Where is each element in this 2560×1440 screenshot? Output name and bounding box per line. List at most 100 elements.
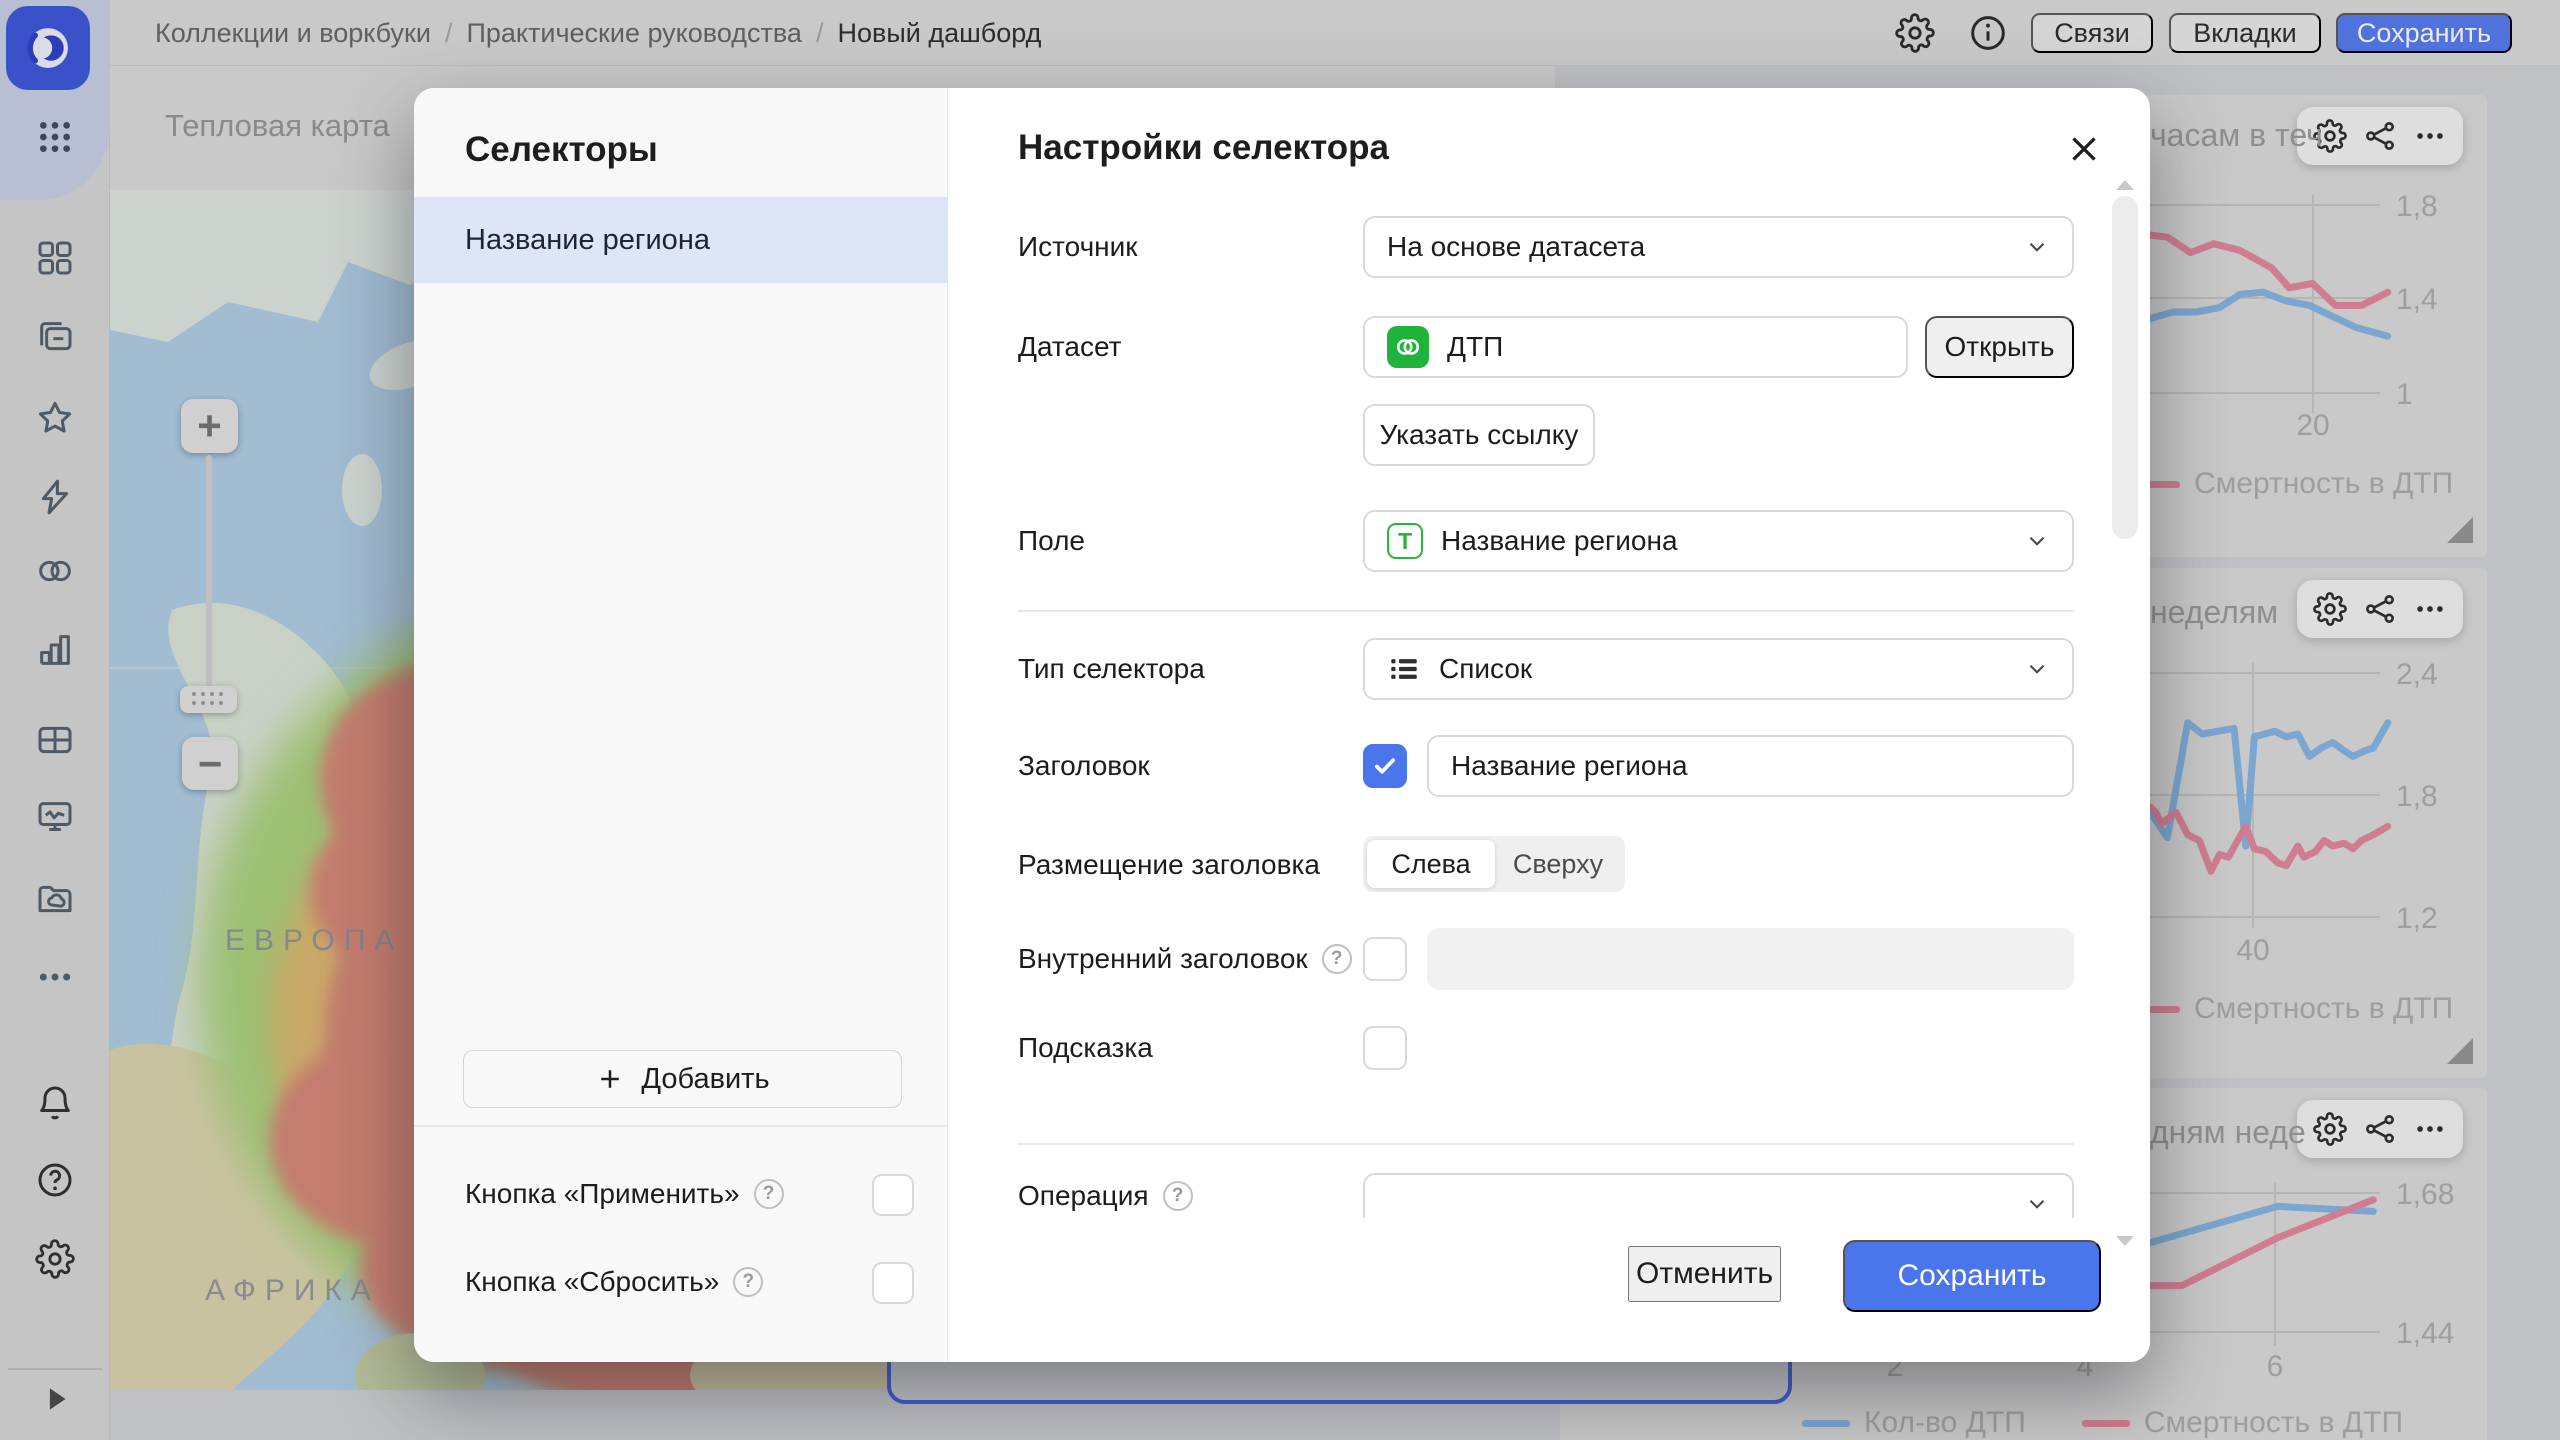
selectors-panel-title: Селекторы xyxy=(465,130,658,170)
legend-item[interactable]: Смертность в ДТП xyxy=(2132,992,2453,1026)
svg-text:1,44: 1,44 xyxy=(2396,1317,2454,1350)
field-select[interactable]: T Название региона xyxy=(1363,510,2074,572)
svg-text:1,4: 1,4 xyxy=(2396,283,2438,316)
title-label: Заголовок xyxy=(1018,750,1150,782)
breadcrumb: Коллекции и воркбуки / Практические руко… xyxy=(155,0,1041,66)
plus-icon xyxy=(595,1064,625,1094)
dataset-label: Датасет xyxy=(1018,331,1121,363)
selectors-panel: Селекторы Название региона Добавить Кноп… xyxy=(414,88,948,1362)
help-icon[interactable]: ? xyxy=(1322,944,1352,974)
placement-top-option[interactable]: Сверху xyxy=(1495,849,1621,880)
specify-link-button[interactable]: Указать ссылку xyxy=(1363,404,1595,466)
breadcrumb-separator: / xyxy=(445,18,453,49)
chevron-down-icon xyxy=(2024,1191,2050,1217)
svg-text:20: 20 xyxy=(2296,409,2329,442)
panel-divider xyxy=(414,1125,948,1127)
svg-text:1,2: 1,2 xyxy=(2396,902,2438,935)
apply-button-label: Кнопка «Применить» ? xyxy=(465,1178,784,1210)
monitoring-icon[interactable] xyxy=(35,797,75,837)
chevron-down-icon xyxy=(2024,234,2050,260)
form-divider xyxy=(1018,1143,2074,1145)
widget-resize-handle[interactable] xyxy=(2447,1038,2473,1064)
breadcrumb-collections[interactable]: Коллекции и воркбуки xyxy=(155,18,431,49)
favorites-icon[interactable] xyxy=(35,398,75,438)
settings-icon[interactable] xyxy=(35,1239,75,1279)
map-label-europe: ЕВРОПА xyxy=(225,924,403,958)
quick-actions-icon[interactable] xyxy=(35,477,75,517)
string-field-icon: T xyxy=(1387,523,1423,559)
modal-scrollbar[interactable] xyxy=(2112,196,2138,539)
add-selector-button[interactable]: Добавить xyxy=(463,1050,902,1108)
open-dataset-button[interactable]: Открыть xyxy=(1925,316,2074,378)
settings-form: Источник На основе датасета Датасет ДТП … xyxy=(948,88,2150,1230)
charts-icon[interactable] xyxy=(35,630,75,670)
source-select[interactable]: На основе датасета xyxy=(1363,216,2074,278)
inner-title-checkbox[interactable] xyxy=(1363,937,1407,981)
help-icon[interactable] xyxy=(35,1160,75,1200)
svg-text:40: 40 xyxy=(2236,934,2269,967)
storage-icon[interactable] xyxy=(35,879,75,919)
apply-button-checkbox[interactable] xyxy=(872,1174,914,1216)
header-save-button[interactable]: Сохранить xyxy=(2336,13,2512,53)
notifications-icon[interactable] xyxy=(35,1083,75,1123)
scroll-down-arrow[interactable] xyxy=(2116,1236,2134,1246)
selector-type-select[interactable]: Список xyxy=(1363,638,2074,700)
widget-resize-handle[interactable] xyxy=(2447,517,2473,543)
field-label: Поле xyxy=(1018,525,1085,557)
dataset-input[interactable]: ДТП xyxy=(1363,316,1908,378)
heatmap-widget-title: Тепловая карта xyxy=(165,108,390,144)
sidebar xyxy=(0,0,110,1440)
dashboards-icon[interactable] xyxy=(35,238,75,278)
hint-label: Подсказка xyxy=(1018,1032,1153,1064)
help-icon[interactable]: ? xyxy=(733,1267,763,1297)
help-icon[interactable]: ? xyxy=(754,1179,784,1209)
list-icon xyxy=(1387,652,1421,686)
title-checkbox[interactable] xyxy=(1363,744,1407,788)
save-button[interactable]: Сохранить xyxy=(1843,1240,2101,1312)
svg-text:1,8: 1,8 xyxy=(2396,780,2438,813)
top-header: Коллекции и воркбуки / Практические руко… xyxy=(0,0,2560,66)
inner-title-label: Внутренний заголовок ? xyxy=(1018,943,1352,975)
map-zoom-out-button[interactable]: − xyxy=(182,737,238,790)
help-icon[interactable]: ? xyxy=(1163,1181,1193,1211)
reset-button-checkbox[interactable] xyxy=(872,1262,914,1304)
svg-text:2,4: 2,4 xyxy=(2396,658,2438,691)
sidebar-divider xyxy=(8,1368,102,1370)
title-input[interactable]: Название региона xyxy=(1427,735,2074,797)
collections-icon[interactable] xyxy=(35,317,75,357)
scroll-up-arrow[interactable] xyxy=(2116,180,2134,190)
tabs-button[interactable]: Вкладки xyxy=(2169,13,2321,53)
map-zoom-track[interactable] xyxy=(206,455,212,687)
selector-settings-modal: Селекторы Название региона Добавить Кноп… xyxy=(414,88,2150,1362)
chart-legend: Кол-во ДТП Смертность в ДТП xyxy=(1802,1406,2403,1440)
chevron-down-icon xyxy=(2024,528,2050,554)
hint-checkbox[interactable] xyxy=(1363,1026,1407,1070)
placement-left-option[interactable]: Слева xyxy=(1367,840,1495,888)
selector-list-item[interactable]: Название региона xyxy=(414,197,948,283)
legend-item[interactable]: Кол-во ДТП xyxy=(1802,1406,2026,1440)
source-label: Источник xyxy=(1018,231,1138,263)
datalens-logo[interactable] xyxy=(6,6,90,90)
apps-grid-icon[interactable] xyxy=(35,117,75,157)
legend-item[interactable]: Смертность в ДТП xyxy=(2132,467,2453,501)
chart-legend: Смертность в ДТП xyxy=(2132,467,2453,501)
inner-title-input xyxy=(1427,928,2074,990)
breadcrumb-guides[interactable]: Практические руководства xyxy=(466,18,801,49)
connections-icon[interactable] xyxy=(35,551,75,591)
connections-button[interactable]: Связи xyxy=(2031,13,2153,53)
legend-item[interactable]: Смертность в ДТП xyxy=(2082,1406,2403,1440)
map-zoom-in-button[interactable]: + xyxy=(181,399,238,453)
dashboard-settings-icon[interactable] xyxy=(1895,13,1935,53)
more-icon[interactable] xyxy=(35,957,75,997)
form-divider xyxy=(1018,610,2074,612)
cancel-button[interactable]: Отменить xyxy=(1628,1246,1781,1302)
selector-type-label: Тип селектора xyxy=(1018,653,1205,685)
svg-text:1: 1 xyxy=(2396,378,2413,411)
breadcrumb-current: Новый дашборд xyxy=(837,18,1041,49)
reset-button-label: Кнопка «Сбросить» ? xyxy=(465,1266,763,1298)
chevron-down-icon xyxy=(2024,656,2050,682)
info-icon[interactable] xyxy=(1968,13,2008,53)
tables-icon[interactable] xyxy=(35,720,75,760)
expand-sidebar-icon[interactable] xyxy=(40,1382,74,1416)
map-zoom-slider-handle[interactable] xyxy=(180,686,237,713)
